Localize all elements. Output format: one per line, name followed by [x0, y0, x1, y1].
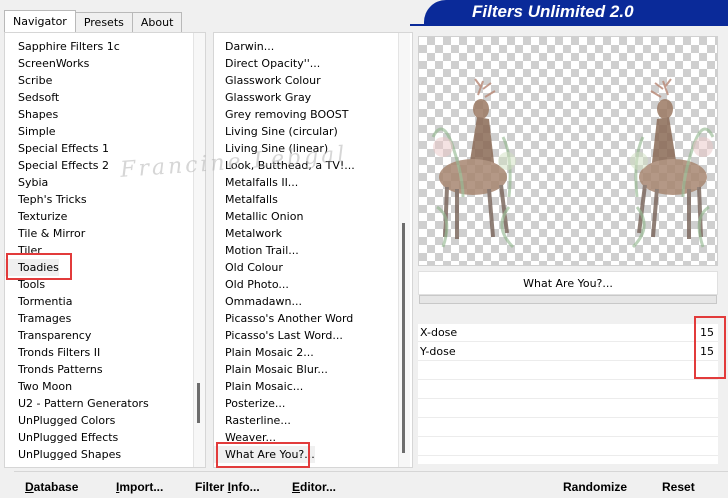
database-button-label: atabase — [33, 480, 79, 494]
preview-pane — [418, 36, 718, 266]
list-item[interactable]: Motion Trail... — [214, 242, 299, 259]
deer-image-left — [431, 78, 516, 249]
tab-presets[interactable]: Presets — [74, 12, 133, 32]
list-item[interactable]: Metalfalls — [214, 191, 278, 208]
editor-button[interactable]: Editor... — [292, 480, 336, 494]
list-item[interactable]: UnPlugged Tools — [5, 463, 108, 467]
list-item[interactable]: Tools — [5, 276, 45, 293]
param-row-empty — [418, 400, 718, 418]
list-item[interactable]: Living Sine (circular) — [214, 123, 338, 140]
list-item[interactable]: Metallic Onion — [214, 208, 303, 225]
list-item[interactable]: Tronds Patterns — [5, 361, 103, 378]
filter-list[interactable]: Darwin... Direct Opacity''... Glasswork Co… — [213, 32, 413, 468]
list-item[interactable]: Sybia — [5, 174, 48, 191]
list-item[interactable]: Metalwork — [214, 225, 282, 242]
list-item[interactable]: Rasterline... — [214, 412, 291, 429]
list-item[interactable]: Old Colour — [214, 259, 283, 276]
editor-button-hotkey: E — [292, 480, 301, 494]
list-item[interactable]: Picasso's Another Word — [214, 310, 353, 327]
param-value-x-dose[interactable]: 15 — [700, 324, 714, 342]
app-title-banner: Filters Unlimited 2.0 — [424, 0, 728, 24]
list-item[interactable]: ScreenWorks — [5, 55, 89, 72]
list-item[interactable]: Glasswork Colour — [214, 72, 321, 89]
list-item[interactable]: Simple — [5, 123, 56, 140]
list-item[interactable]: Special Effects 2 — [5, 157, 109, 174]
list-item[interactable]: UnPlugged Effects — [5, 429, 118, 446]
database-button[interactable]: Database — [25, 480, 78, 494]
param-row-empty — [418, 438, 718, 456]
list-item[interactable]: Picasso's Last Word... — [214, 327, 343, 344]
list-item[interactable]: Toadies — [5, 259, 59, 276]
param-row-empty — [418, 419, 718, 437]
list-item[interactable]: Tiler — [5, 242, 42, 259]
randomize-button[interactable]: Randomize — [563, 480, 627, 494]
import-button-label: mport... — [119, 480, 164, 494]
list-item[interactable]: Posterize... — [214, 395, 285, 412]
param-label-x-dose: X-dose — [420, 326, 458, 339]
parameter-panel: X-dose 15 Y-dose 15 — [418, 324, 718, 464]
list-item[interactable]: Direct Opacity''... — [214, 55, 320, 72]
list-item[interactable]: Look, Butthead, a TV!... — [214, 157, 355, 174]
tab-navigator[interactable]: Navigator — [4, 10, 76, 32]
selected-filter-title: What Are You?... — [418, 271, 718, 295]
list-item[interactable]: What Are You?... — [214, 446, 315, 463]
list-item[interactable]: Scribe — [5, 72, 52, 89]
deer-image-right — [630, 78, 715, 249]
list-item[interactable]: Sapphire Filters 1c — [5, 38, 120, 55]
reset-button[interactable]: Reset — [662, 480, 695, 494]
filter-scroll-thumb[interactable] — [402, 223, 405, 453]
category-scrollbar[interactable] — [193, 33, 205, 467]
param-row-empty — [418, 362, 718, 380]
param-label-y-dose: Y-dose — [420, 345, 456, 358]
param-row-x-dose[interactable]: X-dose 15 — [418, 324, 718, 342]
list-item[interactable]: Special Effects 1 — [5, 140, 109, 157]
list-item[interactable]: Tramages — [5, 310, 71, 327]
list-item[interactable]: Glasswork Gray — [214, 89, 311, 106]
tab-about[interactable]: About — [131, 12, 183, 32]
list-item[interactable]: Sedsoft — [5, 89, 59, 106]
param-value-y-dose[interactable]: 15 — [700, 343, 714, 361]
list-item[interactable]: Living Sine (linear) — [214, 140, 328, 157]
list-item[interactable]: Metalfalls II... — [214, 174, 298, 191]
param-row-empty — [418, 381, 718, 399]
list-item[interactable]: Tronds Filters II — [5, 344, 100, 361]
param-row-y-dose[interactable]: Y-dose 15 — [418, 343, 718, 361]
list-item[interactable]: Plain Mosaic... — [214, 378, 303, 395]
filter-scrollbar[interactable] — [398, 33, 410, 467]
list-item[interactable]: Tormentia — [5, 293, 72, 310]
list-item[interactable]: Grey removing BOOST — [214, 106, 348, 123]
list-item[interactable]: Texturize — [5, 208, 67, 225]
tab-bar: Navigator Presets About — [4, 10, 183, 32]
list-item[interactable]: UnPlugged Shapes — [5, 446, 121, 463]
list-item[interactable]: Transparency — [5, 327, 91, 344]
list-item[interactable]: Weaver... — [214, 429, 276, 446]
list-item[interactable]: Plain Mosaic 2... — [214, 344, 314, 361]
list-item[interactable]: Old Photo... — [214, 276, 289, 293]
list-item[interactable]: Tile & Mirror — [5, 225, 85, 242]
category-list[interactable]: Sapphire Filters 1c ScreenWorks Scribe Seds… — [4, 32, 206, 468]
list-item[interactable]: Ommadawn... — [214, 293, 302, 310]
list-item[interactable]: UnPlugged Colors — [5, 412, 115, 429]
import-button[interactable]: Import... — [116, 480, 163, 494]
filter-info-button[interactable]: Filter Info... — [195, 480, 260, 494]
editor-button-label: ditor... — [300, 480, 337, 494]
list-item[interactable]: Darwin... — [214, 38, 274, 55]
list-item[interactable]: Shapes — [5, 106, 58, 123]
filter-info-button-prefix: Filter — [195, 480, 228, 494]
progress-bar — [419, 295, 717, 304]
list-item[interactable]: Plain Mosaic Blur... — [214, 361, 328, 378]
filter-info-button-label: nfo... — [231, 480, 260, 494]
category-scroll-thumb[interactable] — [197, 383, 200, 423]
banner-underline — [410, 24, 728, 26]
list-item[interactable]: Teph's Tricks — [5, 191, 87, 208]
list-item[interactable]: Two Moon — [5, 378, 72, 395]
list-item[interactable]: U2 - Pattern Generators — [5, 395, 149, 412]
database-button-hotkey: D — [25, 480, 34, 494]
